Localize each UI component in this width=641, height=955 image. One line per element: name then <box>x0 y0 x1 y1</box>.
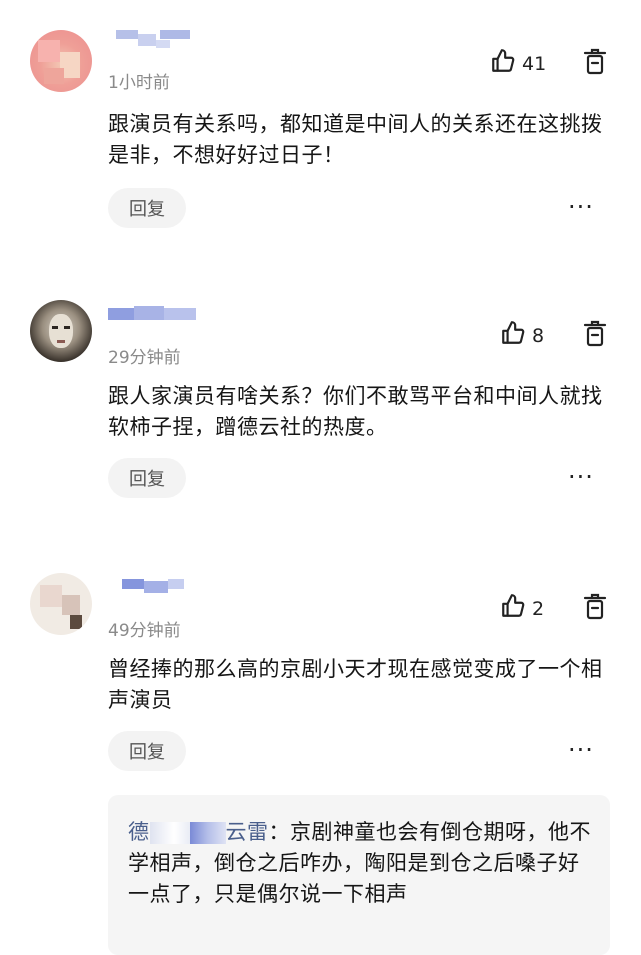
reply-button[interactable]: 回复 <box>108 458 186 498</box>
more-options-icon[interactable]: ··· <box>568 195 594 219</box>
comment-item: 49分钟前 2 曾经捧的那么高的京剧小天才现在感觉变成了一个相声演员 回复 ··… <box>0 543 641 793</box>
more-options-icon[interactable]: ··· <box>568 738 594 762</box>
like-button[interactable]: 2 <box>500 593 544 624</box>
username-mask <box>189 822 226 844</box>
sub-reply-username-end: 云雷 <box>225 820 269 844</box>
username-blurred[interactable] <box>108 306 203 328</box>
like-button[interactable]: 41 <box>490 48 546 79</box>
username-blurred[interactable] <box>108 579 198 601</box>
more-options-icon[interactable]: ··· <box>568 465 594 489</box>
sub-reply[interactable]: 德云雷：京剧神童也会有倒仓期呀，他不学相声，倒仓之后咋办，陶阳是到仓之后嗓子好一… <box>108 795 610 955</box>
trash-icon[interactable] <box>583 48 607 76</box>
thumbs-up-icon <box>490 48 516 79</box>
separator: ： <box>268 820 290 844</box>
username-mask <box>149 822 190 844</box>
comment-item: 1小时前 41 跟演员有关系吗，都知道是中间人的关系还在这挑拨是非，不想好好过日… <box>0 0 641 260</box>
comment-text: 跟演员有关系吗，都知道是中间人的关系还在这挑拨是非，不想好好过日子！ <box>108 112 603 167</box>
comment-time: 29分钟前 <box>108 348 181 368</box>
like-count: 8 <box>532 324 545 347</box>
comment-time: 1小时前 <box>108 73 170 93</box>
comment-item: 29分钟前 8 跟人家演员有啥关系？你们不敢骂平台和中间人就找软柿子捏，蹭德云社… <box>0 270 641 530</box>
comment-text: 曾经捧的那么高的京剧小天才现在感觉变成了一个相声演员 <box>108 657 603 712</box>
sub-reply-username[interactable]: 德 云雷 <box>128 820 269 844</box>
avatar[interactable] <box>30 573 92 635</box>
like-button[interactable]: 8 <box>500 320 544 351</box>
reply-button[interactable]: 回复 <box>108 188 186 228</box>
comment-time: 49分钟前 <box>108 621 181 641</box>
reply-button[interactable]: 回复 <box>108 731 186 771</box>
avatar[interactable] <box>30 300 92 362</box>
thumbs-up-icon <box>500 320 526 351</box>
sub-reply-username-start: 德 <box>128 820 150 844</box>
trash-icon[interactable] <box>583 320 607 348</box>
username-blurred[interactable] <box>108 30 198 52</box>
like-count: 41 <box>522 52 547 75</box>
like-count: 2 <box>532 597 545 620</box>
trash-icon[interactable] <box>583 593 607 621</box>
comment-text: 跟人家演员有啥关系？你们不敢骂平台和中间人就找软柿子捏，蹭德云社的热度。 <box>108 384 603 439</box>
thumbs-up-icon <box>500 593 526 624</box>
avatar[interactable] <box>30 30 92 92</box>
sub-reply-text: 德云雷：京剧神童也会有倒仓期呀，他不学相声，倒仓之后咋办，陶阳是到仓之后嗓子好一… <box>128 817 598 910</box>
